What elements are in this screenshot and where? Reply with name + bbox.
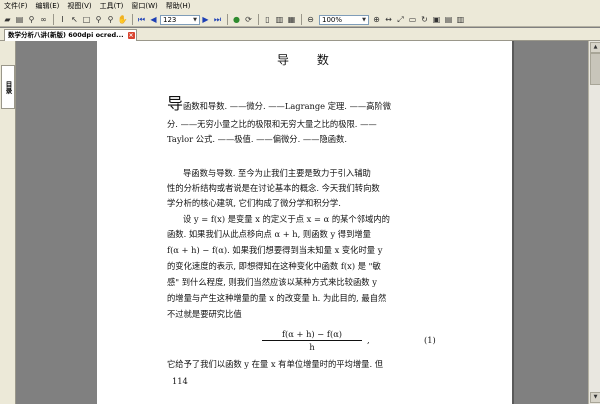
fullscreen-icon[interactable]: ▣ <box>431 14 442 25</box>
go-icon[interactable]: ● <box>231 14 242 25</box>
close-icon[interactable]: × <box>127 32 135 39</box>
fit-page-icon[interactable]: ⤢ <box>395 14 406 25</box>
intro-line-3: Taylor 公式. ——极值. ——偏微分. ——隐函数. <box>167 134 347 144</box>
actual-size-icon[interactable]: ▭ <box>407 14 418 25</box>
continuous-page-icon[interactable]: ▦ <box>286 14 297 25</box>
menu-tools[interactable]: 工具(T) <box>96 0 128 13</box>
intro-line-2: 分. ——无穷小量之比的极限和无穷大量之比的极限. —— <box>167 119 377 129</box>
sidebar: 目录 <box>0 41 16 404</box>
body2-line-6: 的增量与产生这种增量的量 x 的改变量 h. 为此目的, 最自然 <box>167 293 387 303</box>
hand-icon[interactable]: ✋ <box>117 14 128 25</box>
body3-line-1: 它给予了我们以函数 y 在量 x 有单位增量时的平均增量. 但 <box>167 359 384 369</box>
zoom-select[interactable]: 100% ▼ <box>319 14 369 25</box>
intro-line-1: 导函数和导数. ——微分. ——Lagrange 定理. ——高阶微 <box>167 94 392 113</box>
page-number-input[interactable]: 123 ▼ <box>160 14 200 25</box>
next-page-icon[interactable]: ▶ <box>200 14 211 25</box>
body2-line-3: f(α + h) − f(α). 如果我们想要得到当未知量 x 变化时量 y <box>167 245 383 255</box>
zoom-value: 100% <box>322 15 343 24</box>
binoculars-icon[interactable]: ∞ <box>38 14 49 25</box>
toolbar-divider <box>227 14 228 25</box>
document-tab-title: 数学分析八讲(新版) 600dpi ocred... <box>8 31 124 39</box>
scroll-down-icon[interactable]: ▼ <box>590 392 600 403</box>
body1-line-3: 学分析的核心建筑, 它们构成了微分学和积分学. <box>167 198 341 208</box>
document-tab[interactable]: 数学分析八讲(新版) 600dpi ocred... × <box>4 29 137 41</box>
document-tab-bar: 数学分析八讲(新版) 600dpi ocred... × <box>0 28 600 41</box>
chevron-down-icon[interactable]: ▼ <box>362 15 366 25</box>
formula-ratio: f(α + h) − f(α) h <box>262 329 362 352</box>
equation-number: (1) <box>424 335 436 345</box>
body2-line-2: 函数. 如果我们从此点移向点 α + h, 则函数 y 得到增量 <box>167 229 371 239</box>
find-icon[interactable]: ⚲ <box>26 14 37 25</box>
fraction-bar <box>262 340 362 341</box>
text-select-icon[interactable]: I <box>57 14 68 25</box>
scroll-thumb[interactable] <box>590 53 600 85</box>
single-page-icon[interactable]: ▯ <box>262 14 273 25</box>
pointer-icon[interactable]: ↖ <box>69 14 80 25</box>
body2-line-4: 的变化速度的表示, 即想得知在这种变化中函数 f(x) 是 "敏 <box>167 261 381 271</box>
body1-line-1: 导函数与导数. 至今为止我们主要是致力于引入辅助 <box>183 168 371 178</box>
page-number: 114 <box>172 376 188 386</box>
menu-file[interactable]: 文件(F) <box>0 0 32 13</box>
bookmark-icon[interactable]: ▤ <box>443 14 454 25</box>
formula-comma: , <box>367 335 370 345</box>
chevron-down-icon[interactable]: ▼ <box>193 15 197 25</box>
scroll-up-icon[interactable]: ▲ <box>590 42 600 53</box>
select-rect-icon[interactable]: □ <box>81 14 92 25</box>
menu-view[interactable]: 视图(V) <box>63 0 95 13</box>
page-number-value: 123 <box>163 15 177 24</box>
rotate-icon[interactable]: ↻ <box>419 14 430 25</box>
open-folder-icon[interactable]: ▰ <box>2 14 13 25</box>
refresh-icon[interactable]: ⟳ <box>243 14 254 25</box>
two-page-icon[interactable]: ▥ <box>274 14 285 25</box>
toolbar: ▰ ▤ ⚲ ∞ I ↖ □ ⚲ ⚲ ✋ ⏮ ◀ 123 ▼ ▶ ⏭ ● ⟳ ▯ … <box>0 13 600 27</box>
settings-icon[interactable]: ▥ <box>455 14 466 25</box>
first-page-icon[interactable]: ⏮ <box>136 14 147 25</box>
intro-line-1-text: 函数和导数. ——微分. ——Lagrange 定理. ——高阶微 <box>183 101 392 111</box>
drop-cap: 导 <box>167 94 184 113</box>
sidebar-tab-toc[interactable]: 目录 <box>1 65 15 109</box>
fit-width-icon[interactable]: ↔ <box>383 14 394 25</box>
menu-help[interactable]: 帮助(H) <box>162 0 195 13</box>
zoom-plus-icon[interactable]: ⊕ <box>371 14 382 25</box>
body2-line-1: 设 y = f(x) 是变量 x 的定义于点 x = α 的某个邻域内的 <box>183 214 390 224</box>
body2-line-7: 不过就是要研究比值 <box>167 309 242 319</box>
menu-edit[interactable]: 编辑(E) <box>32 0 64 13</box>
page-shadow <box>512 41 514 404</box>
zoom-icon[interactable]: ⚲ <box>93 14 104 25</box>
toolbar-divider <box>258 14 259 25</box>
toolbar-divider <box>132 14 133 25</box>
toolbar-divider <box>301 14 302 25</box>
formula-numerator: f(α + h) − f(α) <box>281 329 343 339</box>
page-heading: 导 数 <box>277 53 341 67</box>
menu-window[interactable]: 窗口(W) <box>127 0 161 13</box>
print-icon[interactable]: ▤ <box>14 14 25 25</box>
document-page: 导 数 导函数和导数. ——微分. ——Lagrange 定理. ——高阶微 分… <box>97 41 512 404</box>
last-page-icon[interactable]: ⏭ <box>212 14 223 25</box>
toolbar-divider <box>53 14 54 25</box>
body2-line-5: 感" 到什么程度, 则我们当然应该以某种方式来比较函数 y <box>167 277 377 287</box>
formula-denominator: h <box>309 342 315 352</box>
body1-line-2: 性的分析结构或者说是在讨论基本的概念. 今天我们转向数 <box>167 183 380 193</box>
zoom-out-icon[interactable]: ⚲ <box>105 14 116 25</box>
prev-page-icon[interactable]: ◀ <box>148 14 159 25</box>
zoom-minus-icon[interactable]: ⊖ <box>305 14 316 25</box>
menu-bar: 文件(F) 编辑(E) 视图(V) 工具(T) 窗口(W) 帮助(H) <box>0 0 600 14</box>
vertical-scrollbar[interactable]: ▲ ▼ <box>588 41 600 404</box>
